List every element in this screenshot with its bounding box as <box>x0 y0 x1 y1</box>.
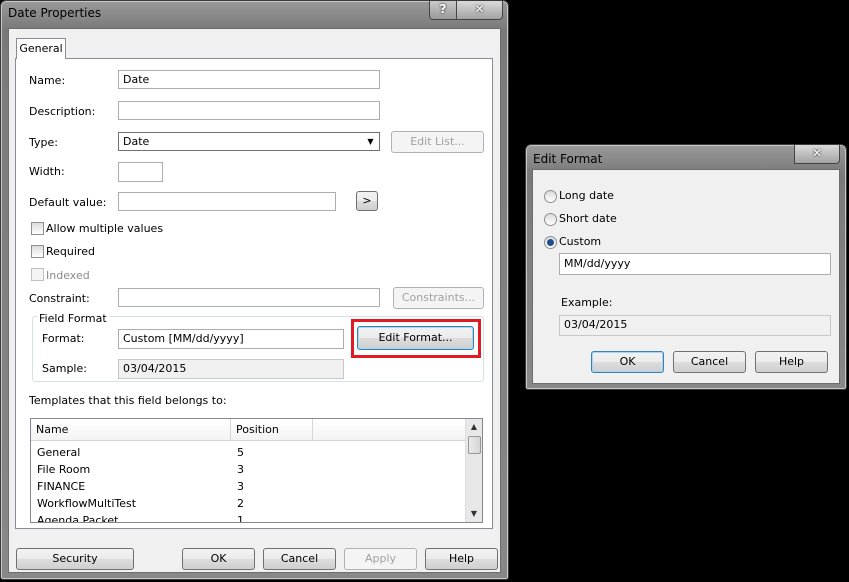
table-row[interactable]: General 5 <box>31 444 468 461</box>
default-value-label: Default value: <box>29 196 107 209</box>
edit-format-title: Edit Format <box>533 152 603 166</box>
short-date-label: Short date <box>559 212 617 225</box>
sample-label: Sample: <box>42 362 87 375</box>
template-name: File Room <box>37 463 91 476</box>
close-icon[interactable]: ✕ <box>456 1 503 20</box>
column-header-position[interactable]: Position <box>231 419 313 441</box>
template-name: General <box>37 446 81 459</box>
tab-general[interactable]: General <box>16 38 66 59</box>
template-name: Agenda Packet <box>37 514 119 523</box>
template-position: 3 <box>237 463 244 476</box>
column-header-filler <box>313 419 468 441</box>
template-position: 1 <box>237 514 244 523</box>
templates-list[interactable]: Name Position General 5 File Room 3 FINA… <box>30 418 483 523</box>
constraints-button[interactable]: Constraints... <box>393 287 484 309</box>
template-name: FINANCE <box>37 480 86 493</box>
title-bar[interactable]: Date Properties ? ✕ <box>1 1 508 27</box>
template-position: 3 <box>237 480 244 493</box>
allow-multiple-label: Allow multiple values <box>46 222 164 235</box>
scroll-down-icon[interactable]: ▼ <box>466 506 482 522</box>
description-field[interactable] <box>118 101 380 120</box>
field-format-group-label: Field Format <box>37 312 109 325</box>
default-value-field[interactable] <box>118 192 336 211</box>
template-name: WorkflowMultiTest <box>37 497 137 510</box>
table-row[interactable]: Agenda Packet 1 <box>31 512 468 523</box>
required-checkbox[interactable] <box>31 245 44 258</box>
long-date-label: Long date <box>559 189 614 202</box>
column-header-name[interactable]: Name <box>31 419 231 441</box>
template-position: 5 <box>237 446 244 459</box>
name-label: Name: <box>29 74 66 87</box>
ok-button[interactable]: OK <box>182 548 255 570</box>
edit-format-window: Edit Format ✕ Long date Short date Custo… <box>525 144 847 390</box>
example-label: Example: <box>561 296 613 309</box>
cancel-button[interactable]: Cancel <box>673 351 746 373</box>
help-button[interactable]: Help <box>425 548 498 570</box>
table-row[interactable]: FINANCE 3 <box>31 478 468 495</box>
templates-scrollbar[interactable]: ▲ ▼ <box>465 419 482 522</box>
help-icon[interactable]: ? <box>429 1 457 20</box>
constraint-field[interactable] <box>118 288 380 307</box>
short-date-radio[interactable] <box>544 213 557 226</box>
edit-format-button[interactable]: Edit Format... <box>357 326 474 350</box>
example-field: 03/04/2015 <box>559 315 831 336</box>
allow-multiple-checkbox[interactable] <box>31 222 44 235</box>
name-field[interactable]: Date <box>118 70 380 89</box>
default-value-picker-button[interactable]: > <box>356 191 378 211</box>
scrollbar-thumb[interactable] <box>468 436 481 454</box>
scroll-up-icon[interactable]: ▲ <box>466 419 482 435</box>
templates-label: Templates that this field belongs to: <box>29 394 227 407</box>
apply-button[interactable]: Apply <box>344 548 417 570</box>
security-button[interactable]: Security <box>16 548 134 570</box>
edit-format-body: Long date Short date Custom MM/dd/yyyy E… <box>532 169 840 384</box>
chevron-down-icon[interactable]: ▼ <box>363 134 378 149</box>
format-field[interactable]: Custom [MM/dd/yyyy] <box>118 329 344 349</box>
width-label: Width: <box>29 165 65 178</box>
close-icon[interactable]: ✕ <box>794 145 840 164</box>
width-field[interactable] <box>118 162 163 182</box>
table-row[interactable]: File Room 3 <box>31 461 468 478</box>
description-label: Description: <box>29 105 96 118</box>
type-value: Date <box>123 135 150 148</box>
ok-button[interactable]: OK <box>591 351 664 373</box>
custom-radio[interactable] <box>544 236 557 249</box>
type-label: Type: <box>29 136 58 149</box>
long-date-radio[interactable] <box>544 190 557 203</box>
table-row[interactable]: WorkflowMultiTest 2 <box>31 495 468 512</box>
general-panel: Name: Date Description: Type: Date ▼ Edi… <box>15 58 493 529</box>
edit-format-title-bar[interactable]: Edit Format ✕ <box>526 145 846 171</box>
sample-field: 03/04/2015 <box>118 359 344 379</box>
window-title: Date Properties <box>8 6 102 20</box>
indexed-checkbox[interactable] <box>31 268 44 281</box>
format-label: Format: <box>42 332 85 345</box>
template-position: 2 <box>237 497 244 510</box>
dialog-body: General Name: Date Description: Type: Da… <box>8 28 501 573</box>
date-properties-window: Date Properties ? ✕ General Name: Date D… <box>0 0 509 580</box>
help-button[interactable]: Help <box>755 351 828 373</box>
indexed-label: Indexed <box>46 269 90 282</box>
custom-label: Custom <box>559 235 602 248</box>
cancel-button[interactable]: Cancel <box>263 548 336 570</box>
edit-list-button[interactable]: Edit List... <box>391 131 484 153</box>
type-select[interactable]: Date ▼ <box>118 132 380 151</box>
required-label: Required <box>46 245 95 258</box>
custom-format-field[interactable]: MM/dd/yyyy <box>559 253 831 275</box>
constraint-label: Constraint: <box>29 292 90 305</box>
